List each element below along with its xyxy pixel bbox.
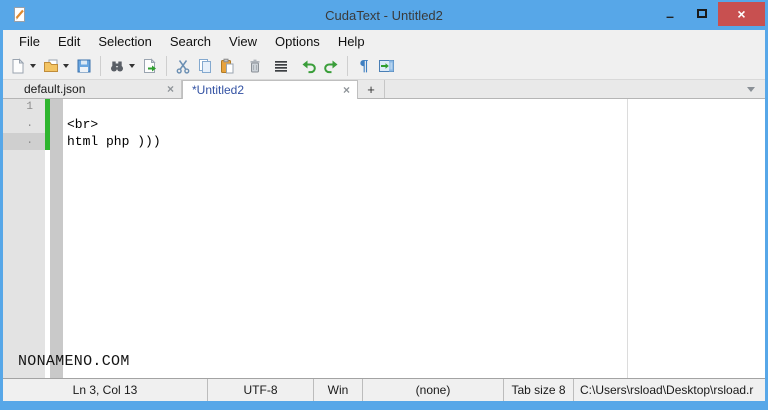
scissors-icon [176, 59, 190, 74]
find-button[interactable] [106, 54, 128, 78]
tab-label: default.json [24, 82, 86, 96]
maximize-button[interactable] [686, 0, 718, 26]
paste-button[interactable] [216, 54, 238, 78]
redo-icon [324, 60, 338, 73]
maximize-icon [697, 8, 707, 18]
title-bar[interactable]: CudaText - Untitled2 – × [0, 0, 768, 30]
menu-item-selection[interactable]: Selection [89, 32, 160, 51]
paste-icon [221, 58, 234, 73]
open-file-button[interactable] [40, 54, 62, 78]
app-window: CudaText - Untitled2 – × File Edit Selec… [0, 0, 768, 410]
minimize-button[interactable]: – [654, 0, 686, 26]
select-all-button[interactable] [270, 54, 292, 78]
code-lines: 1 . <br> . html php ))) [3, 99, 765, 150]
status-line-endings[interactable]: Win [314, 379, 363, 401]
focus-panel-button[interactable] [375, 54, 397, 78]
status-tab-size[interactable]: Tab size 8 [504, 379, 574, 401]
line-number: 1 [26, 101, 33, 113]
code-row[interactable]: . html php ))) [3, 133, 765, 150]
open-file-menu-arrow-icon[interactable] [63, 63, 69, 68]
toolbar-separator [166, 55, 167, 76]
line-number-current: . [3, 133, 45, 150]
tab-bar: default.json × *Untitled2 × + [3, 80, 765, 99]
tab-list-dropdown-icon[interactable] [747, 86, 755, 92]
select-all-icon [275, 60, 287, 72]
status-bar: Ln 3, Col 13 UTF-8 Win (none) Tab size 8… [3, 378, 765, 401]
status-file-path: C:\Users\rsload\Desktop\rsload.r [580, 383, 754, 397]
trash-icon [250, 59, 260, 72]
status-caret-position[interactable]: Ln 3, Col 13 [3, 379, 208, 401]
new-tab-button[interactable]: + [358, 80, 385, 98]
find-menu-arrow-icon[interactable] [129, 63, 135, 68]
menu-item-file[interactable]: File [10, 32, 49, 51]
code-row[interactable]: . <br> [3, 116, 765, 133]
code-row[interactable]: 1 [3, 99, 765, 116]
redo-button[interactable] [320, 54, 342, 78]
menu-item-view[interactable]: View [220, 32, 266, 51]
save-icon [77, 59, 91, 72]
tab-close-icon[interactable]: × [161, 82, 174, 96]
toolbar: ¶ [3, 52, 765, 80]
tab-untitled2[interactable]: *Untitled2 × [182, 80, 358, 99]
status-lexer[interactable]: (none) [363, 379, 504, 401]
window-content: File Edit Selection Search View Options … [3, 30, 765, 401]
menu-item-help[interactable]: Help [329, 32, 374, 51]
code-text: html php ))) [67, 134, 161, 149]
goto-file-button[interactable] [139, 54, 161, 78]
undo-icon [302, 60, 316, 73]
window-controls: – × [654, 0, 768, 30]
tab-label: *Untitled2 [192, 83, 245, 97]
line-number: . [26, 118, 33, 130]
code-text: <br> [67, 117, 99, 132]
copy-button[interactable] [194, 54, 216, 78]
toolbar-separator [347, 55, 348, 76]
tab-default-json[interactable]: default.json × [15, 80, 182, 98]
goto-file-icon [144, 57, 156, 73]
save-file-button[interactable] [73, 54, 95, 78]
editor-area[interactable]: 1 . <br> . html php ))) NONAMENO.COM [3, 99, 765, 378]
delete-button[interactable] [244, 54, 266, 78]
copy-icon [199, 58, 211, 73]
pilcrow-icon: ¶ [359, 56, 369, 75]
menu-item-options[interactable]: Options [266, 32, 329, 51]
show-unprinted-button[interactable]: ¶ [353, 54, 375, 78]
menu-item-edit[interactable]: Edit [49, 32, 89, 51]
tab-close-icon[interactable]: × [337, 83, 350, 97]
undo-button[interactable] [298, 54, 320, 78]
toolbar-separator [100, 55, 101, 76]
open-folder-icon [44, 59, 58, 72]
focus-panel-icon [378, 59, 394, 72]
new-file-icon [12, 57, 25, 73]
menu-item-search[interactable]: Search [161, 32, 220, 51]
close-button[interactable]: × [718, 2, 765, 26]
binoculars-icon [111, 61, 123, 71]
cut-button[interactable] [172, 54, 194, 78]
window-title: CudaText - Untitled2 [325, 7, 443, 23]
menu-bar: File Edit Selection Search View Options … [3, 30, 765, 52]
new-file-menu-arrow-icon[interactable] [30, 63, 36, 68]
new-file-button[interactable] [7, 54, 29, 78]
watermark-text: NONAMENO.COM [18, 353, 130, 370]
status-encoding[interactable]: UTF-8 [208, 379, 314, 401]
